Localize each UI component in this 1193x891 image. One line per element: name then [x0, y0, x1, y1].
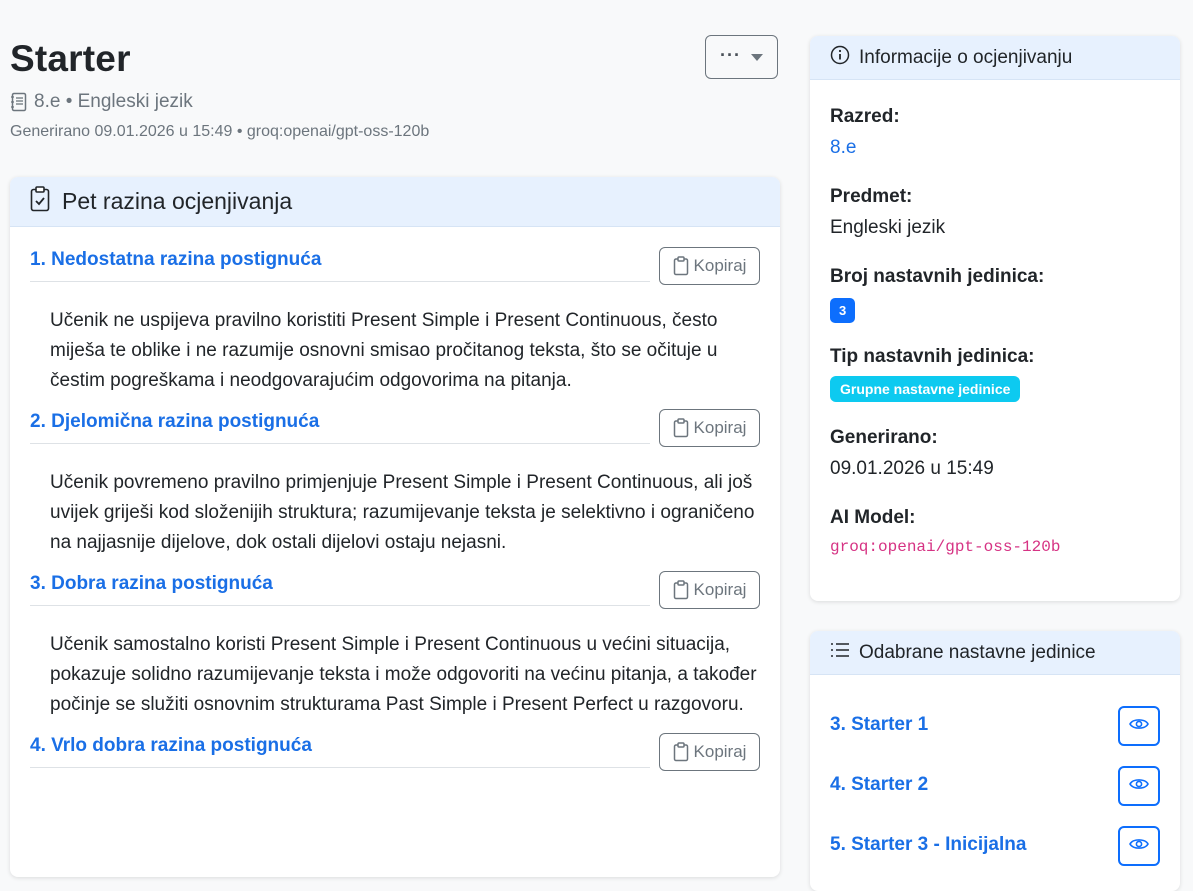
levels-card: Pet razina ocjenjivanja 1. Nedostatna ra… — [10, 177, 780, 877]
copy-button[interactable]: Kopiraj — [659, 571, 760, 609]
page-subtitle: 8.e • Engleski jezik — [10, 91, 193, 113]
level-title: 2. Djelomična razina postignuća — [30, 411, 320, 432]
info-class: Razred: 8.e — [830, 106, 900, 159]
subtitle-text: 8.e • Engleski jezik — [34, 91, 193, 112]
class-link[interactable]: 8.e — [830, 137, 900, 159]
info-label: Tip nastavnih jedinica: — [830, 346, 1035, 367]
level-description: Učenik ne uspijeva pravilno koristiti Pr… — [50, 310, 718, 391]
generated-meta: Generirano 09.01.2026 u 15:49 • groq:ope… — [10, 123, 430, 140]
model-value: groq:openai/gpt-oss-120b — [830, 538, 1061, 556]
info-model: AI Model: groq:openai/gpt-oss-120b — [830, 507, 1060, 556]
info-generated: Generirano: 09.01.2026 u 15:49 — [830, 427, 994, 480]
info-card-header: Informacije o ocjenjivanju — [810, 36, 1180, 80]
copy-button[interactable]: Kopiraj — [659, 409, 760, 447]
divider — [30, 443, 650, 444]
view-unit-button[interactable] — [1118, 706, 1160, 746]
info-label: AI Model: — [830, 507, 916, 528]
eye-icon — [1129, 717, 1149, 736]
info-card-title: Informacije o ocjenjivanju — [859, 46, 1073, 68]
level-description: Učenik samostalno koristi Present Simple… — [50, 634, 757, 715]
view-unit-button[interactable] — [1118, 826, 1160, 866]
generated-value: 09.01.2026 u 15:49 — [830, 458, 994, 479]
copy-label: Kopiraj — [693, 580, 747, 599]
unit-link[interactable]: 4. Starter 2 — [830, 774, 928, 796]
level-description: Učenik povremeno pravilno primjenjuje Pr… — [50, 472, 755, 553]
subject-value: Engleski jezik — [830, 217, 946, 238]
divider — [30, 767, 650, 768]
more-dots-icon: ··· — [720, 45, 741, 65]
info-card: Informacije o ocjenjivanju Razred: 8.e P… — [810, 36, 1180, 601]
info-subject: Predmet: Engleski jezik — [830, 186, 945, 239]
unit-list-item: 5. Starter 3 - Inicijalna — [830, 826, 1160, 866]
caret-down-icon — [750, 53, 763, 61]
info-label: Generirano: — [830, 427, 938, 448]
divider — [30, 281, 650, 282]
units-type-badge: Grupne nastavne jedinice — [830, 376, 1021, 402]
copy-button[interactable]: Kopiraj — [659, 247, 760, 285]
clipboard-icon — [673, 742, 689, 762]
info-label: Razred: — [830, 106, 900, 127]
level-item: 1. Nedostatna razina postignuća Kopiraj … — [10, 227, 780, 396]
clipboard-icon — [673, 580, 689, 600]
divider — [30, 605, 650, 606]
view-unit-button[interactable] — [1118, 766, 1160, 806]
list-icon — [830, 641, 850, 664]
copy-label: Kopiraj — [693, 256, 747, 275]
info-label: Predmet: — [830, 186, 913, 207]
copy-label: Kopiraj — [693, 742, 747, 761]
page-title: Starter — [10, 38, 131, 79]
units-card: Odabrane nastavne jedinice 3. Starter 1 … — [810, 631, 1180, 891]
levels-card-header: Pet razina ocjenjivanja — [10, 177, 780, 227]
copy-button[interactable]: Kopiraj — [659, 733, 760, 771]
clipboard-check-icon — [30, 186, 50, 217]
copy-label: Kopiraj — [693, 418, 747, 437]
unit-list-item: 3. Starter 1 — [830, 706, 1160, 746]
more-options-button[interactable]: ··· — [705, 35, 778, 79]
eye-icon — [1129, 837, 1149, 856]
info-units-type: Tip nastavnih jedinica: Grupne nastavne … — [830, 346, 1034, 402]
units-count-badge: 3 — [830, 298, 856, 323]
level-item: 2. Djelomična razina postignuća Kopiraj … — [10, 389, 780, 558]
info-circle-icon — [830, 45, 850, 70]
unit-list-item: 4. Starter 2 — [830, 766, 1160, 806]
units-card-header: Odabrane nastavne jedinice — [810, 631, 1180, 675]
unit-link[interactable]: 5. Starter 3 - Inicijalna — [830, 834, 1026, 856]
level-item: 4. Vrlo dobra razina postignuća Kopiraj — [10, 713, 780, 771]
info-units-count: Broj nastavnih jedinica: 3 — [830, 266, 1044, 323]
units-card-title: Odabrane nastavne jedinice — [859, 641, 1096, 663]
clipboard-icon — [673, 418, 689, 438]
journal-icon — [10, 92, 28, 112]
info-label: Broj nastavnih jedinica: — [830, 266, 1045, 287]
level-title: 3. Dobra razina postignuća — [30, 573, 273, 594]
clipboard-icon — [673, 256, 689, 276]
level-item: 3. Dobra razina postignuća Kopiraj Učeni… — [10, 551, 780, 720]
level-title: 1. Nedostatna razina postignuća — [30, 249, 322, 270]
levels-card-title: Pet razina ocjenjivanja — [62, 188, 293, 214]
level-title: 4. Vrlo dobra razina postignuća — [30, 735, 312, 756]
eye-icon — [1129, 777, 1149, 796]
unit-link[interactable]: 3. Starter 1 — [830, 714, 928, 736]
